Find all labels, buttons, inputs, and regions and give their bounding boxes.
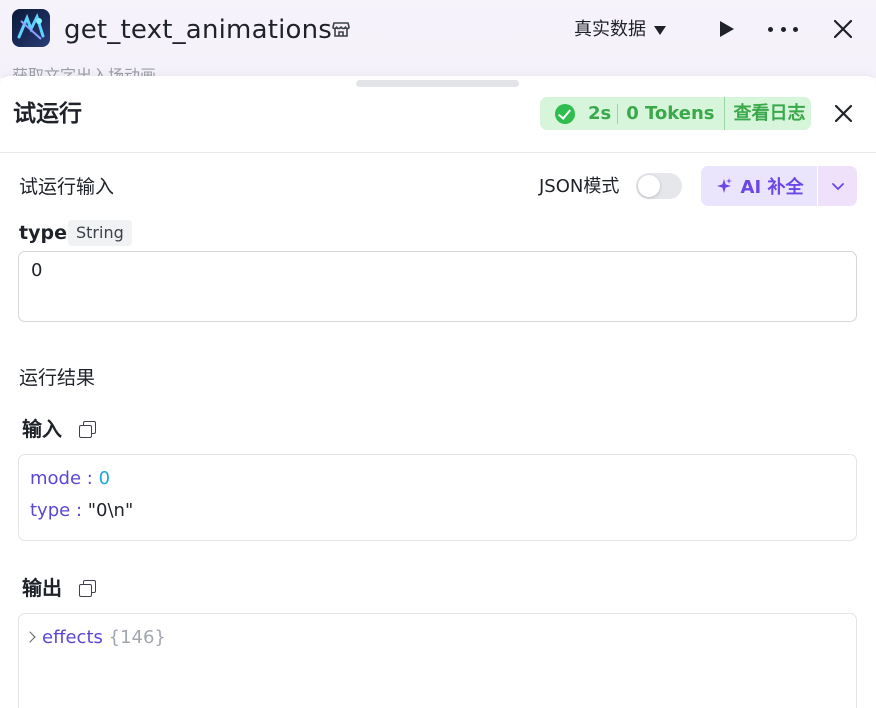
json-row: mode : 0 xyxy=(30,468,111,489)
window-header: get_text_animations 真实数据 获取文字出入场动画 xyxy=(0,0,876,78)
run-duration: 2s xyxy=(588,103,612,124)
close-panel-icon[interactable] xyxy=(833,103,854,124)
json-value: "0\n" xyxy=(87,500,134,521)
json-key: type xyxy=(30,500,71,521)
output-result-label: 输出 xyxy=(22,576,62,600)
panel-title: 试运行 xyxy=(13,101,82,127)
ai-complete-button[interactable]: AI 补全 xyxy=(701,166,817,206)
store-icon[interactable] xyxy=(331,19,351,39)
json-row[interactable]: effects {146} xyxy=(24,622,845,654)
input-result-label: 输入 xyxy=(22,417,62,441)
run-status-badge: 2s 0 Tokens 查看日志 xyxy=(540,97,811,130)
output-result-box: effects {146} xyxy=(18,613,857,708)
ai-complete-dropdown[interactable] xyxy=(818,166,857,206)
json-key: effects xyxy=(42,627,103,648)
json-key: mode xyxy=(30,468,82,489)
test-run-panel: 试运行 2s 0 Tokens 查看日志 试运行输入 JSON模式 AI 补全 … xyxy=(0,76,876,708)
play-icon[interactable] xyxy=(715,18,737,40)
data-mode-label: 真实数据 xyxy=(574,19,646,40)
run-tokens: 0 Tokens xyxy=(626,103,715,124)
json-mode-label: JSON模式 xyxy=(539,176,620,197)
json-row: type : "0\n" xyxy=(30,500,134,521)
more-icon[interactable] xyxy=(768,18,798,40)
plugin-subtitle: 获取文字出入场动画 xyxy=(12,66,157,76)
data-mode-select[interactable]: 真实数据 xyxy=(574,18,666,42)
sparkle-icon xyxy=(716,178,732,193)
app-logo-icon xyxy=(12,9,50,47)
chevron-right-icon[interactable] xyxy=(24,631,36,643)
input-section-title: 试运行输入 xyxy=(19,176,115,198)
drag-handle[interactable] xyxy=(356,80,519,87)
chevron-down-icon xyxy=(831,183,844,191)
divider xyxy=(0,152,876,153)
toggle-knob xyxy=(638,175,660,197)
view-log-link[interactable]: 查看日志 xyxy=(723,97,806,130)
json-count: {146} xyxy=(108,627,166,648)
result-section-title: 运行结果 xyxy=(19,367,96,389)
ai-complete-label: AI 补全 xyxy=(740,177,804,198)
copy-input-icon[interactable] xyxy=(79,421,96,438)
type-input[interactable]: 0 xyxy=(18,251,857,322)
field-name: type xyxy=(19,222,67,244)
check-circle-icon xyxy=(555,103,575,124)
copy-output-icon[interactable] xyxy=(79,580,96,597)
field-type-tag: String xyxy=(68,220,132,246)
input-result-box: mode : 0 type : "0\n" xyxy=(18,454,857,541)
plugin-title: get_text_animations xyxy=(64,15,333,45)
json-mode-toggle[interactable] xyxy=(636,173,682,199)
caret-down-icon xyxy=(654,25,666,35)
json-value: 0 xyxy=(98,468,111,489)
close-icon[interactable] xyxy=(832,18,854,40)
